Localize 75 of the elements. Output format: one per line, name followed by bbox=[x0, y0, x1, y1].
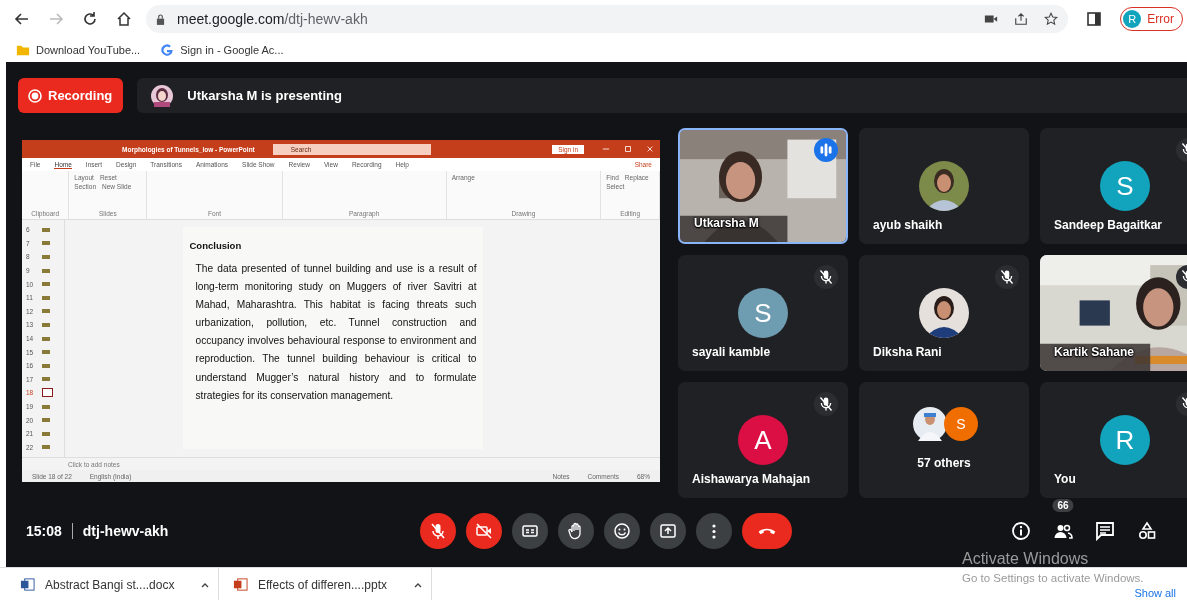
slide-thumbnail[interactable] bbox=[42, 241, 50, 246]
avatar: A bbox=[738, 415, 788, 465]
meeting-code: dtj-hewv-akh bbox=[82, 523, 169, 539]
slide-thumbnail[interactable] bbox=[42, 282, 50, 287]
download-item[interactable]: Abstract Bangi st....docx bbox=[20, 568, 219, 600]
avatar: S bbox=[944, 407, 978, 441]
slide-thumbnail[interactable] bbox=[42, 431, 50, 436]
slide-thumbnail[interactable] bbox=[42, 363, 50, 368]
chat-icon[interactable] bbox=[1095, 521, 1115, 541]
participant-name: Aishawarya Mahajan bbox=[692, 472, 811, 486]
star-icon[interactable] bbox=[1044, 12, 1059, 26]
emoji-button[interactable] bbox=[604, 513, 640, 549]
camera-button[interactable] bbox=[466, 513, 502, 549]
slide-thumbnail[interactable] bbox=[42, 350, 50, 355]
slide-thumbnail[interactable] bbox=[42, 322, 50, 327]
folder-icon bbox=[16, 43, 30, 57]
slide-thumbnail[interactable] bbox=[42, 309, 50, 314]
participant-name: sayali kamble bbox=[692, 345, 771, 359]
slide-thumbnail[interactable] bbox=[42, 227, 50, 232]
mic-off-icon bbox=[428, 521, 448, 541]
slide-thumbnail[interactable] bbox=[42, 268, 50, 273]
slide-thumbnail[interactable] bbox=[42, 336, 50, 341]
avatar: S bbox=[738, 288, 788, 338]
google-icon bbox=[160, 43, 175, 57]
close-icon[interactable] bbox=[646, 145, 654, 153]
bookmark[interactable]: Sign in - Google Ac... bbox=[160, 43, 284, 57]
participant-name: ayub shaikh bbox=[873, 218, 943, 232]
download-item[interactable]: Effects of differen....pptx bbox=[233, 568, 432, 600]
avatar: S bbox=[1100, 161, 1150, 211]
clock-time: 15:08 bbox=[26, 523, 62, 539]
participant-name: Diksha Rani bbox=[873, 345, 942, 359]
home-icon[interactable] bbox=[116, 11, 132, 27]
smiley-icon bbox=[612, 521, 632, 541]
recording-badge: Recording bbox=[18, 78, 124, 113]
slide-thumbnail[interactable] bbox=[42, 255, 50, 259]
slide-thumbnail[interactable] bbox=[42, 404, 50, 409]
hand-button[interactable] bbox=[558, 513, 594, 549]
activities-icon[interactable] bbox=[1137, 521, 1157, 541]
end-call-button[interactable] bbox=[742, 513, 792, 549]
slide-thumbnail[interactable] bbox=[42, 295, 50, 300]
participant-name: Utkarsha M bbox=[694, 216, 759, 230]
word-file-icon bbox=[20, 577, 35, 592]
slide-thumbnail[interactable] bbox=[42, 388, 53, 398]
restore-icon[interactable] bbox=[624, 145, 632, 153]
powerpoint-file-icon bbox=[233, 577, 248, 592]
mic-button[interactable] bbox=[420, 513, 456, 549]
lock-icon bbox=[156, 13, 165, 25]
sidebar-icon[interactable] bbox=[1086, 11, 1103, 27]
activation-notice: Activate Windows bbox=[962, 550, 1090, 568]
back-icon[interactable] bbox=[14, 11, 30, 27]
presenting-banner: Utkarsha M is presenting bbox=[137, 78, 1187, 113]
more-icon bbox=[712, 523, 716, 539]
address-bar[interactable]: meet.google.com/dtj-hewv-akh bbox=[146, 5, 1069, 33]
captions-button[interactable] bbox=[512, 513, 548, 549]
reload-icon[interactable] bbox=[82, 11, 98, 27]
slide-heading: Conclusion bbox=[189, 240, 243, 251]
upload-screen-icon bbox=[658, 521, 678, 541]
participant-name: You bbox=[1054, 472, 1076, 486]
speaking-icon bbox=[814, 138, 838, 162]
slide-thumbnail[interactable] bbox=[42, 377, 50, 382]
slide-thumbnail[interactable] bbox=[42, 445, 50, 450]
participant-name: 57 others bbox=[916, 456, 972, 470]
camera-off-icon bbox=[474, 521, 494, 541]
slide-text: The data presented of tunnel building and use is a result of long-term monitoring study on Muggers of river Savitri at Mahad, Maharashtra. This habitat is facing threats such urbanization, pollution, etc. Tunnel construction and occupancy involves behavioural response to environment and reproduction. The tunnel building behaviour is critical to understand Mugger’s natural history and to formulate strategies for its conservation management. bbox=[195, 262, 477, 403]
present-button[interactable] bbox=[650, 513, 686, 549]
participant-name: Sandeep Bagaitkar bbox=[1054, 218, 1163, 232]
share-icon[interactable] bbox=[1014, 12, 1029, 26]
participant-name: Kartik Sahane bbox=[1054, 345, 1135, 359]
slide-thumbnail[interactable] bbox=[42, 418, 50, 423]
more-button[interactable] bbox=[696, 513, 732, 549]
avatar: R bbox=[1100, 415, 1150, 465]
info-icon[interactable] bbox=[1011, 521, 1031, 541]
activation-hint: Go to Settings to activate Windows. bbox=[962, 572, 1144, 584]
bookmark[interactable]: Download YouTube... bbox=[16, 43, 141, 57]
participant-count: 66 bbox=[1052, 499, 1074, 512]
